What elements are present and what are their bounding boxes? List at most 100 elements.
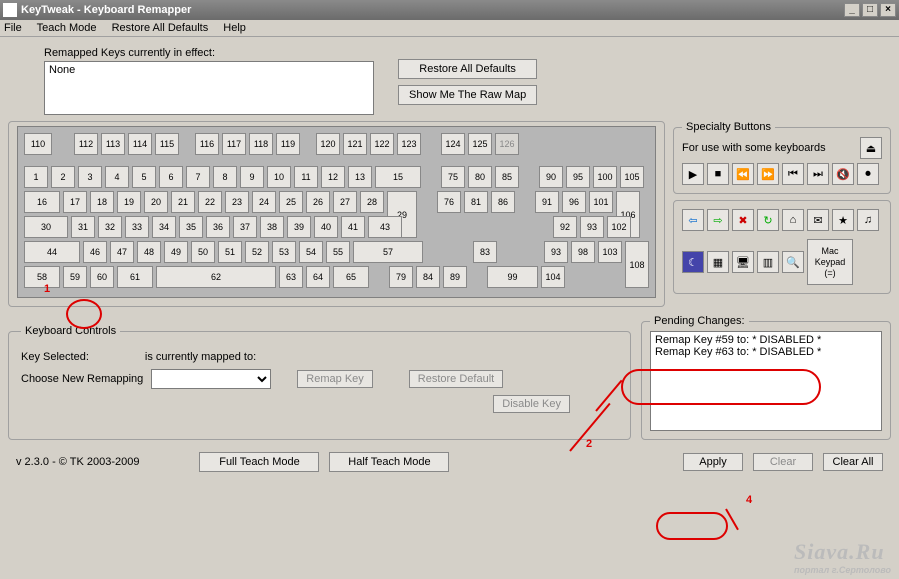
key-110[interactable]: 110 — [24, 133, 52, 155]
key-9[interactable]: 9 — [240, 166, 264, 188]
key-11[interactable]: 11 — [294, 166, 318, 188]
key-41[interactable]: 41 — [341, 216, 365, 238]
forward-icon[interactable]: ⏩ — [757, 163, 779, 185]
mute-icon[interactable]: 🔇 — [832, 163, 854, 185]
key-15[interactable]: 15 — [375, 166, 421, 188]
clear-button[interactable]: Clear — [753, 453, 813, 471]
key-13[interactable]: 13 — [348, 166, 372, 188]
key-19[interactable]: 19 — [117, 191, 141, 213]
key-52[interactable]: 52 — [245, 241, 269, 263]
key-114[interactable]: 114 — [128, 133, 152, 155]
key-102[interactable]: 102 — [607, 216, 631, 238]
key-18[interactable]: 18 — [90, 191, 114, 213]
key-27[interactable]: 27 — [333, 191, 357, 213]
key-124[interactable]: 124 — [441, 133, 465, 155]
key-92[interactable]: 92 — [553, 216, 577, 238]
key-47[interactable]: 47 — [110, 241, 134, 263]
key-1[interactable]: 1 — [24, 166, 48, 188]
key-126[interactable]: 126 — [495, 133, 519, 155]
key-93[interactable]: 93 — [544, 241, 568, 263]
key-91[interactable]: 91 — [535, 191, 559, 213]
restore-all-button[interactable]: Restore All Defaults — [398, 59, 537, 79]
key-65[interactable]: 65 — [333, 266, 369, 288]
key-64[interactable]: 64 — [306, 266, 330, 288]
play-icon[interactable]: ▶ — [682, 163, 704, 185]
key-121[interactable]: 121 — [343, 133, 367, 155]
key-119[interactable]: 119 — [276, 133, 300, 155]
key-122[interactable]: 122 — [370, 133, 394, 155]
key-85[interactable]: 85 — [495, 166, 519, 188]
key-115[interactable]: 115 — [155, 133, 179, 155]
half-teach-button[interactable]: Half Teach Mode — [329, 452, 449, 472]
refresh-icon[interactable]: ↻ — [757, 209, 779, 231]
back-icon[interactable]: ⇦ — [682, 209, 704, 231]
key-100[interactable]: 100 — [593, 166, 617, 188]
key-99[interactable]: 99 — [487, 266, 538, 288]
key-75[interactable]: 75 — [441, 166, 465, 188]
menu-restore[interactable]: Restore All Defaults — [112, 22, 209, 34]
key-95[interactable]: 95 — [566, 166, 590, 188]
key-89[interactable]: 89 — [443, 266, 467, 288]
apply-button[interactable]: Apply — [683, 453, 743, 471]
key-79[interactable]: 79 — [389, 266, 413, 288]
key-105[interactable]: 105 — [620, 166, 644, 188]
key-17[interactable]: 17 — [63, 191, 87, 213]
prev-icon[interactable]: ⏮ — [782, 163, 804, 185]
key-63[interactable]: 63 — [279, 266, 303, 288]
key-118[interactable]: 118 — [249, 133, 273, 155]
remap-key-button[interactable]: Remap Key — [297, 370, 372, 388]
key-26[interactable]: 26 — [306, 191, 330, 213]
key-80[interactable]: 80 — [468, 166, 492, 188]
key-96[interactable]: 96 — [562, 191, 586, 213]
show-raw-button[interactable]: Show Me The Raw Map — [398, 85, 537, 105]
menu-help[interactable]: Help — [223, 22, 246, 34]
key-12[interactable]: 12 — [321, 166, 345, 188]
key-22[interactable]: 22 — [198, 191, 222, 213]
media-icon[interactable]: ♫ — [857, 209, 879, 231]
restore-default-button[interactable]: Restore Default — [409, 370, 503, 388]
sleep-icon[interactable]: ☾ — [682, 251, 704, 273]
key-40[interactable]: 40 — [314, 216, 338, 238]
mycomp-icon[interactable]: 🖥 — [732, 251, 754, 273]
full-teach-button[interactable]: Full Teach Mode — [199, 452, 319, 472]
key-32[interactable]: 32 — [98, 216, 122, 238]
key-112[interactable]: 112 — [74, 133, 98, 155]
key-59[interactable]: 59 — [63, 266, 87, 288]
key-90[interactable]: 90 — [539, 166, 563, 188]
key-25[interactable]: 25 — [279, 191, 303, 213]
key-76[interactable]: 76 — [437, 191, 461, 213]
rewind-icon[interactable]: ⏪ — [732, 163, 754, 185]
close-button[interactable]: × — [880, 3, 896, 17]
key-3[interactable]: 3 — [78, 166, 102, 188]
mac-keypad-button[interactable]: Mac Keypad (=) — [807, 239, 853, 285]
stop-icon[interactable]: ■ — [707, 163, 729, 185]
minimize-button[interactable]: _ — [844, 3, 860, 17]
clear-all-button[interactable]: Clear All — [823, 453, 883, 471]
key-23[interactable]: 23 — [225, 191, 249, 213]
key-54[interactable]: 54 — [299, 241, 323, 263]
key-4[interactable]: 4 — [105, 166, 129, 188]
key-120[interactable]: 120 — [316, 133, 340, 155]
key-61[interactable]: 61 — [117, 266, 153, 288]
key-20[interactable]: 20 — [144, 191, 168, 213]
key-30[interactable]: 30 — [24, 216, 68, 238]
calc-icon[interactable]: ▦ — [707, 251, 729, 273]
lock-icon[interactable]: ▥ — [757, 251, 779, 273]
key-36[interactable]: 36 — [206, 216, 230, 238]
key-43[interactable]: 43 — [368, 216, 402, 238]
fwd-icon[interactable]: ⇨ — [707, 209, 729, 231]
record-icon[interactable]: ⏺ — [857, 163, 879, 185]
key-101[interactable]: 101 — [589, 191, 613, 213]
key-93[interactable]: 93 — [580, 216, 604, 238]
key-48[interactable]: 48 — [137, 241, 161, 263]
key-58[interactable]: 58 — [24, 266, 60, 288]
key-28[interactable]: 28 — [360, 191, 384, 213]
mail-icon[interactable]: ✉ — [807, 209, 829, 231]
key-98[interactable]: 98 — [571, 241, 595, 263]
key-35[interactable]: 35 — [179, 216, 203, 238]
key-62[interactable]: 62 — [156, 266, 276, 288]
key-84[interactable]: 84 — [416, 266, 440, 288]
stop2-icon[interactable]: ✖ — [732, 209, 754, 231]
key-37[interactable]: 37 — [233, 216, 257, 238]
menu-teach[interactable]: Teach Mode — [37, 22, 97, 34]
